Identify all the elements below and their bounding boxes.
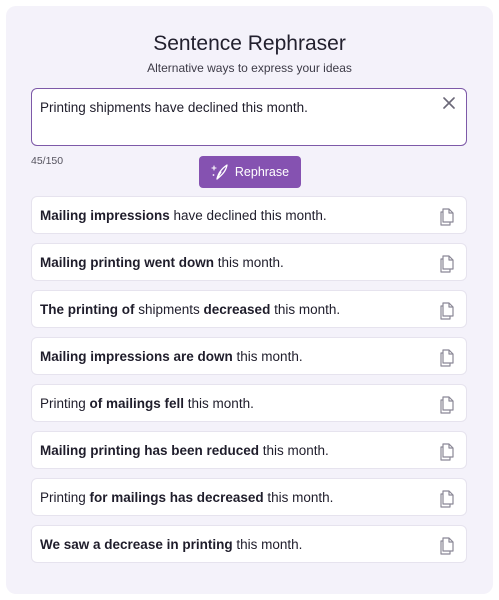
- result-text: Mailing printing went down this month.: [40, 255, 284, 270]
- result-unchanged-segment: Printing: [40, 490, 90, 505]
- result-changed-segment: Mailing printing has been reduced: [40, 443, 260, 458]
- result-text: We saw a decrease in printing this month…: [40, 537, 302, 552]
- copy-icon[interactable]: [438, 535, 456, 555]
- copy-icon[interactable]: [438, 441, 456, 461]
- result-changed-segment: We saw a decrease in printing: [40, 537, 233, 552]
- result-text: Mailing impressions are down this month.: [40, 349, 303, 364]
- result-changed-segment: Mailing impressions: [40, 208, 170, 223]
- copy-button[interactable]: [438, 347, 456, 367]
- page-title: Sentence Rephraser: [153, 32, 346, 55]
- copy-button[interactable]: [438, 253, 456, 273]
- sparkle-feather-icon: [211, 164, 228, 180]
- result-item[interactable]: Mailing impressions have declined this m…: [31, 196, 467, 234]
- result-changed-segment: Mailing impressions are down: [40, 349, 233, 364]
- result-changed-segment: The printing of: [40, 302, 135, 317]
- result-unchanged-segment: this month.: [232, 349, 303, 364]
- result-text: Mailing printing has been reduced this m…: [40, 443, 329, 458]
- copy-button[interactable]: [438, 488, 456, 508]
- copy-icon[interactable]: [438, 394, 456, 414]
- result-changed-segment: Mailing printing went down: [40, 255, 214, 270]
- result-changed-segment: decreased: [203, 302, 271, 317]
- copy-icon[interactable]: [438, 488, 456, 508]
- result-item[interactable]: Printing for mailings has decreased this…: [31, 478, 467, 516]
- result-item[interactable]: The printing of shipments decreased this…: [31, 290, 467, 328]
- result-item[interactable]: Mailing printing went down this month.: [31, 243, 467, 281]
- copy-button[interactable]: [438, 300, 456, 320]
- result-unchanged-segment: shipments: [134, 302, 204, 317]
- copy-icon[interactable]: [438, 347, 456, 367]
- copy-icon[interactable]: [438, 253, 456, 273]
- result-item[interactable]: Mailing printing has been reduced this m…: [31, 431, 467, 469]
- result-changed-segment: of mailings fell: [89, 396, 185, 411]
- sentence-input-value[interactable]: Printing shipments have declined this mo…: [40, 100, 440, 115]
- copy-button[interactable]: [438, 394, 456, 414]
- copy-button[interactable]: [438, 441, 456, 461]
- result-unchanged-segment: Printing: [40, 396, 90, 411]
- sentence-input[interactable]: Printing shipments have declined this mo…: [31, 88, 467, 146]
- result-unchanged-segment: this month.: [270, 302, 341, 317]
- rephrase-button-label: Rephrase: [234, 165, 290, 179]
- copy-icon[interactable]: [438, 300, 456, 320]
- result-text: The printing of shipments decreased this…: [40, 302, 340, 317]
- result-item[interactable]: Printing of mailings fell this month.: [31, 384, 467, 422]
- character-counter: 45/150: [31, 155, 64, 167]
- result-text: Printing for mailings has decreased this…: [40, 490, 333, 505]
- copy-icon[interactable]: [438, 206, 456, 226]
- result-unchanged-segment: have declined this month.: [169, 208, 327, 223]
- copy-button[interactable]: [438, 206, 456, 226]
- result-text: Mailing impressions have declined this m…: [40, 208, 327, 223]
- result-unchanged-segment: this month.: [263, 490, 334, 505]
- result-text: Printing of mailings fell this month.: [40, 396, 254, 411]
- result-unchanged-segment: this month.: [213, 255, 284, 270]
- result-changed-segment: for mailings has decreased: [89, 490, 264, 505]
- rephrase-button[interactable]: Rephrase: [199, 156, 301, 188]
- page-subtitle: Alternative ways to express your ideas: [147, 61, 352, 75]
- result-item[interactable]: Mailing impressions are down this month.: [31, 337, 467, 375]
- rephraser-card: Sentence Rephraser Alternative ways to e…: [6, 6, 493, 594]
- copy-button[interactable]: [438, 535, 456, 555]
- result-unchanged-segment: this month.: [232, 537, 303, 552]
- result-item[interactable]: We saw a decrease in printing this month…: [31, 525, 467, 563]
- clear-input-button[interactable]: [441, 95, 457, 111]
- close-icon[interactable]: [443, 97, 455, 109]
- result-unchanged-segment: this month.: [184, 396, 254, 411]
- result-unchanged-segment: this month.: [259, 443, 329, 458]
